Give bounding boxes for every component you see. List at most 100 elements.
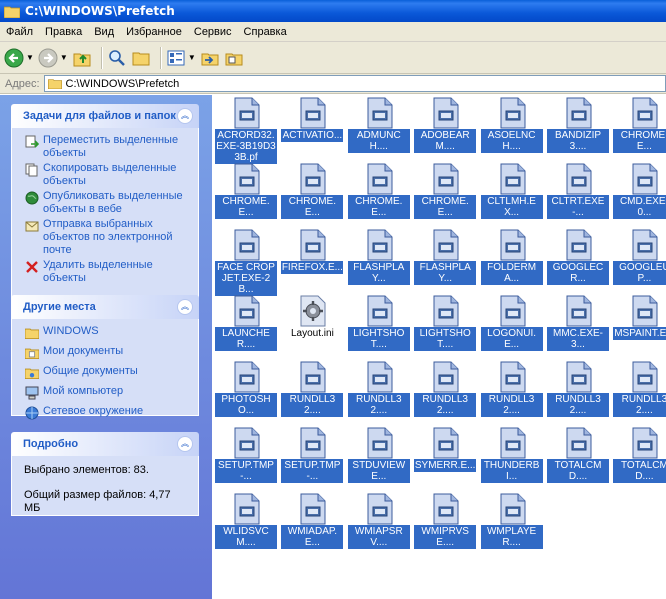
file-item[interactable]: STDUVIEWE... <box>346 427 412 489</box>
window-title: C:\WINDOWS\Prefetch <box>25 4 175 18</box>
file-item[interactable]: CMD.EXE-0... <box>611 163 666 225</box>
move-to-button[interactable] <box>200 45 220 71</box>
delete-icon <box>24 259 40 275</box>
menu-edit[interactable]: Правка <box>39 26 88 38</box>
task-move[interactable]: Переместить выделенные объекты <box>24 134 190 160</box>
file-item[interactable]: FLASHPLAY... <box>412 229 478 291</box>
file-item[interactable]: GOOGLEUP... <box>611 229 666 291</box>
task-copy[interactable]: Скопировать выделенные объекты <box>24 162 190 188</box>
file-item[interactable]: WLIDSVCM.... <box>213 493 279 555</box>
file-item[interactable]: THUNDERBI... <box>479 427 545 489</box>
place-my-documents[interactable]: Мои документы <box>24 345 190 361</box>
file-icon <box>367 97 393 129</box>
file-item[interactable]: SYMERR.E... <box>412 427 478 489</box>
file-item[interactable]: Layout.ini <box>279 295 345 357</box>
file-icon <box>500 295 526 327</box>
folder-icon <box>47 79 62 89</box>
menu-help[interactable]: Справка <box>238 26 293 38</box>
file-item[interactable]: RUNDLL32.... <box>346 361 412 423</box>
place-my-computer[interactable]: Мой компьютер <box>24 385 190 401</box>
details-panel-body: Выбрано элементов: 83. Общий размер файл… <box>11 456 199 516</box>
file-item[interactable]: TOTALCMD.... <box>611 427 666 489</box>
file-item[interactable]: RUNDLL32.... <box>412 361 478 423</box>
title-bar[interactable]: C:\WINDOWS\Prefetch <box>0 0 666 22</box>
menu-tools[interactable]: Сервис <box>188 26 238 38</box>
collapse-icon[interactable]: ︽ <box>177 108 193 124</box>
file-item[interactable]: WMIADAP.E... <box>279 493 345 555</box>
file-item[interactable]: RUNDLL32.... <box>545 361 611 423</box>
file-item[interactable]: BANDIZIP3.... <box>545 97 611 159</box>
details-panel-header[interactable]: Подробно ︽ <box>11 432 199 456</box>
file-item[interactable]: CHROME.E... <box>279 163 345 225</box>
details-panel: Подробно ︽ Выбрано элементов: 83. Общий … <box>11 432 199 516</box>
file-name: PHOTOSHO... <box>215 393 277 417</box>
file-item[interactable]: CHROME.E... <box>611 97 666 159</box>
file-item[interactable]: ACRORD32.EXE-3B19D33B.pf <box>213 97 279 164</box>
file-item[interactable]: RUNDLL32.... <box>479 361 545 423</box>
file-item[interactable]: ADOBEARM.... <box>412 97 478 159</box>
folders-button[interactable] <box>131 45 151 71</box>
address-input[interactable]: C:\WINDOWS\Prefetch <box>43 75 666 92</box>
forward-button[interactable]: ▼ <box>38 45 68 71</box>
file-item[interactable]: WMIAPSRV.... <box>346 493 412 555</box>
file-item[interactable]: GOOGLECR... <box>545 229 611 291</box>
file-item[interactable]: MSPAINT.E... <box>611 295 666 357</box>
place-shared-documents[interactable]: Общие документы <box>24 365 190 381</box>
file-item[interactable]: RUNDLL32.... <box>279 361 345 423</box>
file-item[interactable]: PHOTOSHO... <box>213 361 279 423</box>
file-icon <box>234 97 260 129</box>
places-panel-header[interactable]: Другие места ︽ <box>11 295 199 319</box>
task-copy-label: Скопировать выделенные объекты <box>43 162 177 187</box>
file-item[interactable]: CLTLMH.EX... <box>479 163 545 225</box>
file-name: CHROME.E... <box>281 195 344 219</box>
place-network[interactable]: Сетевое окружение <box>24 405 190 421</box>
file-icon <box>234 427 260 459</box>
file-item[interactable]: LAUNCHER.... <box>213 295 279 357</box>
place-network-label: Сетевое окружение <box>43 405 144 417</box>
file-item[interactable]: SETUP.TMP-... <box>279 427 345 489</box>
publish-web-icon <box>24 190 40 206</box>
address-value: C:\WINDOWS\Prefetch <box>65 77 180 90</box>
up-folder-button[interactable] <box>72 45 92 71</box>
file-item[interactable]: TOTALCMD.... <box>545 427 611 489</box>
file-item[interactable]: ACTIVATIO... <box>279 97 345 159</box>
file-item[interactable]: FLASHPLAY... <box>346 229 412 291</box>
file-list[interactable]: ACRORD32.EXE-3B19D33B.pf ACTIVATIO... ADMU… <box>212 95 666 599</box>
file-item[interactable]: CLTRT.EXE-... <box>545 163 611 225</box>
back-button[interactable]: ▼ <box>4 45 34 71</box>
file-item[interactable]: ASOELNCH.... <box>479 97 545 159</box>
file-item[interactable]: LIGHTSHOT.... <box>412 295 478 357</box>
file-item[interactable]: SETUP.TMP-... <box>213 427 279 489</box>
menu-view[interactable]: Вид <box>88 26 120 38</box>
file-icon <box>367 493 393 525</box>
file-item[interactable]: LOGONUI.E... <box>479 295 545 357</box>
task-email[interactable]: Отправка выбранных объектов по электронн… <box>24 218 190 257</box>
file-item[interactable]: ADMUNCH.... <box>346 97 412 159</box>
file-item[interactable]: CHROME.E... <box>412 163 478 225</box>
file-name: WMPLAYER.... <box>480 525 543 549</box>
file-item[interactable]: FACE CROP JET.EXE-2B... <box>213 229 279 296</box>
tasks-panel-body: Переместить выделенные объекты Скопирова… <box>11 128 199 308</box>
chevron-down-icon: ▼ <box>187 53 196 62</box>
copy-to-button[interactable] <box>224 45 244 71</box>
file-item[interactable]: FIREFOX.E... <box>279 229 345 291</box>
file-item[interactable]: LIGHTSHOT.... <box>346 295 412 357</box>
tasks-panel-header[interactable]: Задачи для файлов и папок ︽ <box>11 104 199 128</box>
task-publish[interactable]: Опубликовать выделенные объекты в вебе <box>24 190 190 216</box>
file-item[interactable]: CHROME.E... <box>213 163 279 225</box>
collapse-icon[interactable]: ︽ <box>177 436 193 452</box>
place-windows[interactable]: WINDOWS <box>24 325 190 341</box>
file-item[interactable]: RUNDLL32.... <box>611 361 666 423</box>
menu-favorites[interactable]: Избранное <box>120 26 188 38</box>
file-item[interactable]: MMC.EXE-3... <box>545 295 611 357</box>
file-item[interactable]: FOLDERMA... <box>479 229 545 291</box>
views-button[interactable]: ▼ <box>166 45 196 71</box>
task-delete[interactable]: Удалить выделенные объекты <box>24 259 190 285</box>
file-item[interactable]: WMPLAYER.... <box>479 493 545 555</box>
file-name: GOOGLEUP... <box>613 261 666 285</box>
file-item[interactable]: WMIPRVSE.... <box>412 493 478 555</box>
menu-file[interactable]: Файл <box>0 26 39 38</box>
file-item[interactable]: CHROME.E... <box>346 163 412 225</box>
collapse-icon[interactable]: ︽ <box>177 299 193 315</box>
search-button[interactable] <box>107 45 127 71</box>
